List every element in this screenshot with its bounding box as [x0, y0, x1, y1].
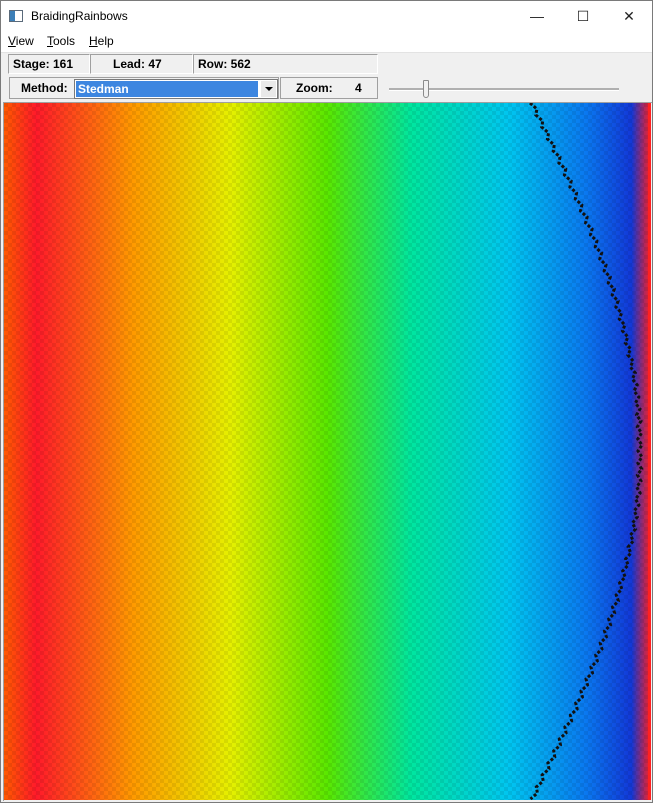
- menu-help-label: elp: [97, 34, 114, 48]
- app-window: BraidingRainbows — ☐ ✕ View Tools Help S…: [0, 0, 653, 803]
- zoom-group: Zoom: 4: [280, 77, 378, 99]
- status-bar: Stage: 161 Lead: 47 Row: 562: [1, 53, 652, 75]
- menu-view[interactable]: View: [8, 34, 34, 48]
- braid-visualization: [4, 103, 651, 800]
- menu-view-accel: V: [8, 34, 16, 48]
- menu-help[interactable]: Help: [89, 34, 114, 48]
- zoom-label: Zoom:: [296, 81, 333, 95]
- zoom-slider-thumb[interactable]: [422, 80, 429, 98]
- checker-overlay: [4, 103, 651, 800]
- chevron-down-icon[interactable]: [261, 81, 276, 97]
- menu-view-label: iew: [15, 34, 34, 48]
- menu-tools-label: ools: [53, 34, 76, 48]
- app-icon: [9, 10, 23, 22]
- method-label: Method:: [21, 81, 68, 95]
- menu-help-accel: H: [89, 34, 98, 48]
- menu-bar: View Tools Help: [1, 31, 652, 53]
- menu-tools[interactable]: Tools: [47, 34, 75, 48]
- rainbow-canvas[interactable]: [3, 102, 652, 801]
- minimize-button[interactable]: —: [514, 1, 560, 31]
- window-title: BraidingRainbows: [31, 9, 128, 23]
- lead-panel: Lead: 47: [90, 54, 193, 74]
- title-bar: BraidingRainbows — ☐ ✕: [1, 1, 652, 31]
- zoom-value: 4: [355, 81, 362, 95]
- stage-panel: Stage: 161: [8, 54, 90, 74]
- method-value: Stedman: [76, 81, 258, 97]
- method-combo[interactable]: Stedman: [74, 79, 278, 99]
- toolbar: Method: Stedman Zoom: 4: [1, 76, 652, 101]
- edge-strip: [648, 103, 651, 800]
- close-button[interactable]: ✕: [606, 1, 652, 31]
- row-panel: Row: 562: [193, 54, 378, 74]
- maximize-button[interactable]: ☐: [560, 1, 606, 31]
